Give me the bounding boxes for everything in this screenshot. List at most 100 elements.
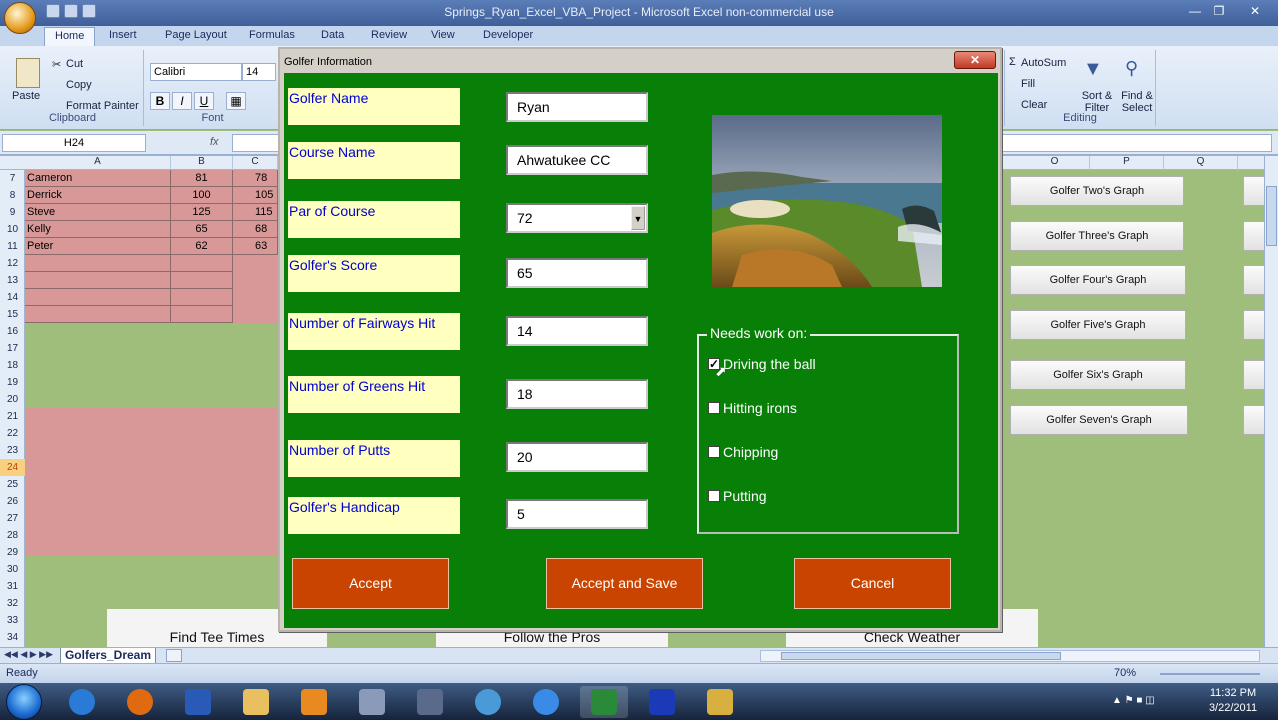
chipping-checkbox-label[interactable]: Chipping <box>723 444 778 460</box>
excel-icon[interactable] <box>580 686 628 718</box>
paste-button[interactable]: Paste <box>12 90 40 102</box>
vertical-scrollbar[interactable] <box>1264 156 1278 647</box>
golfer-seven-graph-button[interactable]: Golfer Seven's Graph <box>1010 405 1188 435</box>
cancel-button[interactable]: Cancel <box>794 558 951 609</box>
tab-formulas[interactable]: Formulas <box>249 29 295 41</box>
table-cell[interactable]: Kelly <box>25 221 171 238</box>
row-header[interactable]: 16 <box>0 323 25 340</box>
row-header[interactable]: 13 <box>0 272 25 289</box>
table-cell[interactable]: 100 <box>171 187 233 204</box>
security-shield-icon[interactable] <box>696 686 744 718</box>
sort-filter-button[interactable]: Sort & Filter <box>1079 90 1115 114</box>
table-cell[interactable]: 105 <box>233 187 278 204</box>
row-header[interactable]: 25 <box>0 476 25 493</box>
chipping-checkbox[interactable] <box>708 446 720 458</box>
paste-icon[interactable] <box>16 58 40 88</box>
underline-button[interactable]: U <box>194 92 214 110</box>
row-header[interactable]: 15 <box>0 306 25 323</box>
table-cell[interactable]: 65 <box>171 221 233 238</box>
cut-button[interactable]: Cut <box>66 58 83 70</box>
greens-hit-input[interactable]: 18 <box>506 379 648 409</box>
sheet-nav-icon[interactable]: ◀◀ ◀ ▶ ▶▶ <box>4 649 53 660</box>
row-header[interactable]: 14 <box>0 289 25 306</box>
golfers-handicap-input[interactable]: 5 <box>506 499 648 529</box>
borders-icon[interactable]: ▦ <box>226 92 246 110</box>
restore-button[interactable]: ❐ <box>1208 2 1230 20</box>
partial-graph-button[interactable] <box>1243 310 1265 340</box>
table-cell[interactable] <box>25 255 171 272</box>
partial-graph-button[interactable] <box>1243 176 1265 206</box>
office-button[interactable] <box>4 2 36 34</box>
dialog-close-button[interactable]: ✕ <box>954 51 996 69</box>
table-cell[interactable]: 63 <box>233 238 278 255</box>
scroll-thumb[interactable] <box>1266 186 1277 246</box>
row-header[interactable]: 34 <box>0 629 25 646</box>
row-header[interactable]: 18 <box>0 357 25 374</box>
copy-button[interactable]: Copy <box>66 79 92 91</box>
accept-button[interactable]: Accept <box>292 558 449 609</box>
zoom-level[interactable]: 70% <box>1114 667 1136 679</box>
partial-graph-button[interactable] <box>1243 405 1265 435</box>
table-cell[interactable]: 68 <box>233 221 278 238</box>
autosum-button[interactable]: AutoSum <box>1021 57 1066 69</box>
par-of-course-select[interactable]: 72 ▼ <box>506 203 648 233</box>
putting-checkbox[interactable] <box>708 490 720 502</box>
app-icon[interactable] <box>464 686 512 718</box>
snipping-tool-icon[interactable] <box>348 686 396 718</box>
firefox-icon[interactable] <box>116 686 164 718</box>
table-cell[interactable]: 62 <box>171 238 233 255</box>
table-cell[interactable]: 115 <box>233 204 278 221</box>
row-header[interactable]: 19 <box>0 374 25 391</box>
table-cell[interactable] <box>25 272 171 289</box>
zoom-slider[interactable] <box>1160 673 1260 675</box>
tab-page-layout[interactable]: Page Layout <box>165 29 227 41</box>
column-header-p[interactable]: P <box>1090 156 1164 170</box>
row-header-selected[interactable]: 24 <box>0 459 25 476</box>
internet-explorer-icon[interactable] <box>58 686 106 718</box>
row-header[interactable]: 30 <box>0 561 25 578</box>
undo-icon[interactable] <box>64 4 78 18</box>
font-size-select[interactable]: 14 <box>242 63 276 81</box>
name-box[interactable]: H24 <box>2 134 146 152</box>
minimize-button[interactable]: — <box>1184 2 1206 20</box>
driving-checkbox-label[interactable]: Driving the ball <box>723 356 816 372</box>
table-cell[interactable] <box>171 272 233 289</box>
row-header[interactable]: 7 <box>0 170 25 187</box>
table-cell[interactable] <box>171 255 233 272</box>
golfers-score-input[interactable]: 65 <box>506 258 648 288</box>
horizontal-scroll-thumb[interactable] <box>781 652 1061 660</box>
column-header-c[interactable]: C <box>233 156 278 170</box>
row-header[interactable]: 9 <box>0 204 25 221</box>
row-header[interactable]: 12 <box>0 255 25 272</box>
golfer-name-input[interactable]: Ryan <box>506 92 648 122</box>
function-icon[interactable]: fx <box>210 136 219 148</box>
irons-checkbox[interactable] <box>708 402 720 414</box>
network-icon[interactable] <box>406 686 454 718</box>
clear-button[interactable]: Clear <box>1021 99 1047 111</box>
table-cell[interactable]: Steve <box>25 204 171 221</box>
close-window-button[interactable]: ✕ <box>1244 2 1266 20</box>
start-button[interactable] <box>6 684 42 720</box>
table-cell[interactable] <box>25 306 171 323</box>
visual-basic-icon[interactable] <box>638 686 686 718</box>
word-icon[interactable] <box>174 686 222 718</box>
tab-home[interactable]: Home <box>44 27 96 46</box>
number-of-putts-input[interactable]: 20 <box>506 442 648 472</box>
media-player-icon[interactable] <box>290 686 338 718</box>
golfer-five-graph-button[interactable]: Golfer Five's Graph <box>1010 310 1186 340</box>
golfer-four-graph-button[interactable]: Golfer Four's Graph <box>1010 265 1186 295</box>
tab-data[interactable]: Data <box>321 29 344 41</box>
row-header[interactable]: 26 <box>0 493 25 510</box>
row-header[interactable]: 11 <box>0 238 25 255</box>
putting-checkbox-label[interactable]: Putting <box>723 488 767 504</box>
table-cell[interactable]: Cameron <box>25 170 171 187</box>
accept-and-save-button[interactable]: Accept and Save <box>546 558 703 609</box>
insert-sheet-icon[interactable] <box>166 649 182 662</box>
table-cell[interactable]: 78 <box>233 170 278 187</box>
find-select-button[interactable]: Find & Select <box>1119 90 1155 114</box>
save-icon[interactable] <box>46 4 60 18</box>
itunes-icon[interactable] <box>522 686 570 718</box>
italic-button[interactable]: I <box>172 92 192 110</box>
sheet-tab-golfers-dream[interactable]: Golfers_Dream <box>60 648 156 664</box>
table-cell[interactable] <box>25 289 171 306</box>
